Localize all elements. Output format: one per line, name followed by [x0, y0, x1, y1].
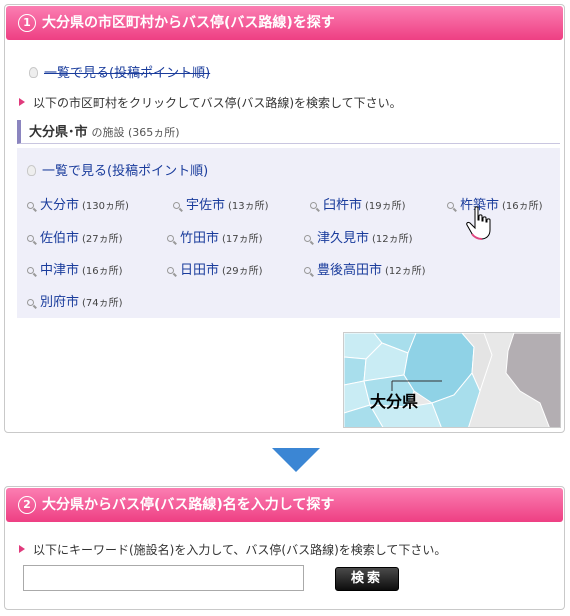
search-icon — [27, 267, 34, 274]
search-icon — [27, 299, 34, 306]
city-link[interactable]: 竹田市 (17ヵ所) — [167, 227, 263, 246]
city-link[interactable]: 臼杵市 (19ヵ所) — [310, 194, 406, 213]
list-link-top[interactable]: 一覧で見る(投稿ポイント順) — [29, 62, 210, 81]
city-name: 竹田市 — [180, 231, 220, 246]
city-count: (29ヵ所) — [222, 266, 263, 277]
city-link[interactable]: 津久見市 (12ヵ所) — [304, 227, 413, 246]
search-icon — [304, 267, 311, 274]
oita-map-icon — [344, 333, 560, 427]
city-count: (16ヵ所) — [82, 266, 123, 277]
prefecture-count: の施設 (365ヵ所) — [91, 126, 180, 139]
keyword-instruction: 以下にキーワード(施設名)を入力して、バス停(バス路線)を検索して下さい。 — [19, 541, 446, 558]
list-link[interactable]: 一覧で見る(投稿ポイント順) — [27, 160, 208, 179]
search-icon — [310, 202, 317, 209]
section2-title: 大分県からバス停(バス路線)名を入力して探す — [42, 497, 335, 513]
city-name: 宇佐市 — [186, 198, 226, 213]
city-link[interactable]: 宇佐市 (13ヵ所) — [173, 194, 269, 213]
map-label: 大分県 — [370, 392, 419, 411]
city-link[interactable]: 佐伯市 (27ヵ所) — [27, 227, 123, 246]
city-instruction-text: 以下の市区町村をクリックしてバス停(バス路線)を検索して下さい。 — [33, 96, 402, 110]
city-name: 日田市 — [180, 263, 220, 278]
city-count: (12ヵ所) — [372, 234, 413, 245]
search-icon — [447, 202, 454, 209]
search-icon — [167, 267, 174, 274]
section2-number: 2 — [18, 496, 36, 514]
city-name: 津久見市 — [317, 231, 370, 246]
lightbulb-icon — [29, 67, 38, 78]
search-icon — [173, 202, 180, 209]
city-name: 大分市 — [40, 198, 80, 213]
arrow-bullet-icon — [19, 545, 25, 553]
city-count: (17ヵ所) — [222, 234, 263, 245]
prefecture-name: 大分県･市 — [29, 125, 88, 140]
section1-number: 1 — [18, 14, 36, 32]
prefecture-heading: 大分県･市 の施設 (365ヵ所) — [17, 120, 560, 144]
list-link-label: 一覧で見る(投稿ポイント順) — [42, 164, 209, 179]
city-name: 臼杵市 — [323, 198, 363, 213]
city-link[interactable]: 日田市 (29ヵ所) — [167, 259, 263, 278]
section1-title: 大分県の市区町村からバス停(バス路線)を探す — [42, 15, 335, 31]
search-icon — [27, 235, 34, 242]
city-name: 佐伯市 — [40, 231, 80, 246]
search-icon — [27, 202, 34, 209]
city-count: (74ヵ所) — [82, 298, 123, 309]
arrow-bullet-icon — [19, 98, 25, 106]
search-icon — [304, 235, 311, 242]
city-link[interactable]: 豊後高田市 (12ヵ所) — [304, 259, 426, 278]
city-link[interactable]: 中津市 (16ヵ所) — [27, 259, 123, 278]
keyword-instruction-text: 以下にキーワード(施設名)を入力して、バス停(バス路線)を検索して下さい。 — [33, 543, 447, 557]
city-name: 豊後高田市 — [317, 263, 383, 278]
keyword-search-panel: 2 大分県からバス停(バス路線)名を入力して探す 以下にキーワード(施設名)を入力… — [4, 486, 565, 610]
lightbulb-icon — [27, 165, 36, 176]
city-link[interactable]: 別府市 (74ヵ所) — [27, 291, 123, 310]
city-link[interactable]: 杵築市 (16ヵ所) — [447, 194, 543, 213]
search-button[interactable]: 検索 — [335, 567, 399, 591]
search-icon — [167, 235, 174, 242]
city-link[interactable]: 大分市 (130ヵ所) — [27, 194, 129, 213]
city-count: (27ヵ所) — [82, 234, 123, 245]
prefecture-map[interactable]: 大分県 — [343, 332, 561, 428]
city-instruction: 以下の市区町村をクリックしてバス停(バス路線)を検索して下さい。 — [19, 94, 402, 111]
city-name: 中津市 — [40, 263, 80, 278]
city-name: 別府市 — [40, 295, 80, 310]
city-count: (130ヵ所) — [82, 201, 129, 212]
keyword-input[interactable] — [23, 565, 304, 591]
down-arrow-icon — [272, 448, 320, 472]
city-count: (19ヵ所) — [365, 201, 406, 212]
section1-header: 1 大分県の市区町村からバス停(バス路線)を探す — [6, 6, 563, 40]
list-link-top-label: 一覧で見る(投稿ポイント順) — [44, 66, 211, 81]
city-count: (12ヵ所) — [385, 266, 426, 277]
city-count: (16ヵ所) — [502, 201, 543, 212]
city-count: (13ヵ所) — [228, 201, 269, 212]
hand-cursor-icon — [466, 206, 491, 240]
section2-header: 2 大分県からバス停(バス路線)名を入力して探す — [6, 488, 563, 522]
